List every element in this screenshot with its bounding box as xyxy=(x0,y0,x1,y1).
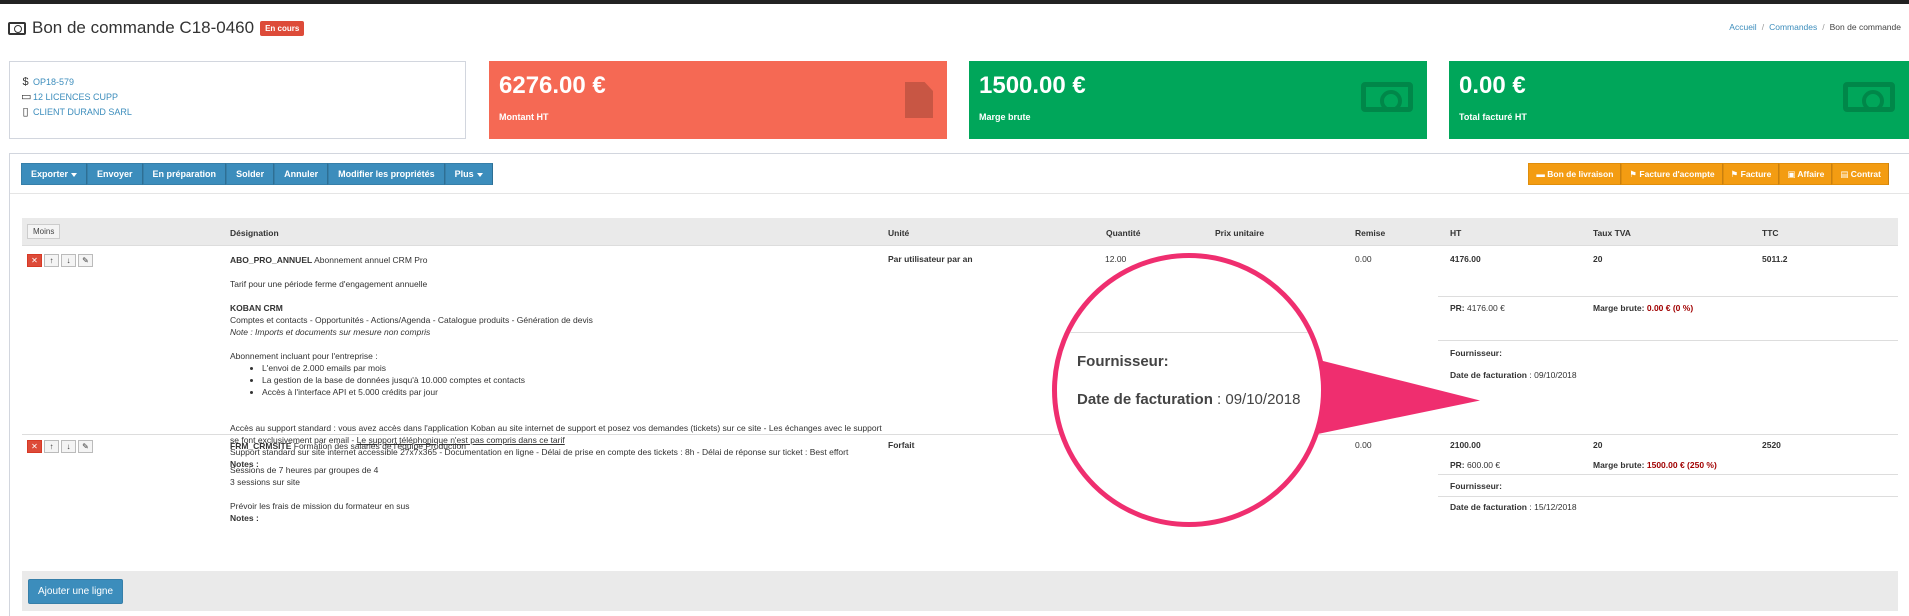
line-vat: 20 xyxy=(1593,440,1603,450)
move-up-button[interactable]: ↑ xyxy=(44,440,59,453)
caret-down-icon xyxy=(71,172,78,177)
col-quantite: Quantité xyxy=(1106,228,1141,238)
building-icon: ▯ xyxy=(22,106,29,118)
export-button[interactable]: Exporter xyxy=(21,163,88,185)
line-vat: 20 xyxy=(1593,254,1603,264)
stat-total-facture: 0.00 € Total facturé HT xyxy=(1449,61,1909,139)
col-prix-unitaire: Prix unitaire xyxy=(1215,228,1265,238)
breadcrumb-current: Bon de commande xyxy=(1829,22,1901,32)
stat-label: Total facturé HT xyxy=(1459,112,1527,122)
zoom-supplier-label: Fournisseur: xyxy=(1077,353,1169,370)
move-up-button[interactable]: ↑ xyxy=(44,254,59,267)
deposit-invoice-button[interactable]: ⚑ Facture d'acompte xyxy=(1621,163,1723,185)
col-unite: Unité xyxy=(888,228,910,238)
flag-icon: ⚑ xyxy=(1730,169,1741,179)
row-controls: ✕ ↑ ↓ ✎ xyxy=(27,440,93,453)
in-preparation-button[interactable]: En préparation xyxy=(142,163,227,185)
col-ht: HT xyxy=(1450,228,1462,238)
status-badge: En cours xyxy=(260,20,305,36)
line-ht: 2100.00 xyxy=(1450,440,1481,450)
breadcrumb-commandes[interactable]: Commandes xyxy=(1769,22,1817,32)
delete-line-button[interactable]: ✕ xyxy=(27,254,42,267)
settle-button[interactable]: Solder xyxy=(226,163,275,185)
line-pr: PR: 4176.00 € xyxy=(1450,303,1505,313)
stat-montant-ht: 6276.00 € Montant HT xyxy=(489,61,947,139)
move-down-button[interactable]: ↓ xyxy=(61,254,76,267)
more-button[interactable]: Plus xyxy=(444,163,493,185)
line-quantity: 12.00 xyxy=(1105,254,1127,264)
stat-label: Marge brute xyxy=(979,112,1031,122)
product-icon: ▭ xyxy=(21,91,32,103)
stat-label: Montant HT xyxy=(499,112,549,122)
line-ttc: 5011.2 xyxy=(1762,254,1788,264)
cancel-button[interactable]: Annuler xyxy=(274,163,329,185)
action-toolbar: Exporter Envoyer En préparation Solder A… xyxy=(21,163,493,185)
order-lines-panel: Exporter Envoyer En préparation Solder A… xyxy=(9,153,1909,616)
page-header: Bon de commande C18-0460 En cours xyxy=(8,18,305,38)
line-billing-date: Date de facturation : 15/12/2018 xyxy=(1450,502,1577,512)
invoice-button[interactable]: ⚑ Facture xyxy=(1722,163,1780,185)
line-designation: FRM_CRMSITE Formation des salariés de l'… xyxy=(230,441,466,523)
contract-button[interactable]: ▤ Contrat xyxy=(1832,163,1889,185)
page-title: Bon de commande C18-0460 xyxy=(32,18,255,37)
breadcrumb: Accueil / Commandes / Bon de commande xyxy=(1729,22,1901,32)
dollar-icon: $ xyxy=(22,75,29,88)
breadcrumb-accueil[interactable]: Accueil xyxy=(1729,22,1756,32)
move-down-button[interactable]: ↓ xyxy=(61,440,76,453)
col-remise: Remise xyxy=(1355,228,1386,238)
edit-properties-button[interactable]: Modifier les propriétés xyxy=(328,163,445,185)
send-button[interactable]: Envoyer xyxy=(87,163,143,185)
add-line-button[interactable]: Ajouter une ligne xyxy=(28,579,124,604)
stat-value: 1500.00 € xyxy=(979,72,1086,99)
flag-icon: ⚑ xyxy=(1629,169,1640,179)
create-toolbar: ▬ Bon de livraison ⚑ Facture d'acompte ⚑… xyxy=(1528,163,1889,185)
line-ht: 4176.00 xyxy=(1450,254,1481,264)
top-bar xyxy=(0,0,1909,4)
edit-line-button[interactable]: ✎ xyxy=(78,254,93,267)
line-pr: PR: 600.00 € xyxy=(1450,460,1501,470)
stat-value: 6276.00 € xyxy=(499,72,606,99)
line-supplier: Fournisseur: xyxy=(1450,481,1502,491)
line-discount: 0.00 xyxy=(1355,440,1372,450)
line-margin: Marge brute: 1500.00 € (250 %) xyxy=(1593,460,1717,470)
zoom-billing-date: Date de facturation : 09/10/2018 xyxy=(1077,391,1301,408)
table-footer: Ajouter une ligne xyxy=(22,571,1898,611)
col-taux-tva: Taux TVA xyxy=(1593,228,1631,238)
row-controls: ✕ ↑ ↓ ✎ xyxy=(27,254,93,267)
deal-button[interactable]: ▣ Affaire xyxy=(1779,163,1833,185)
line-unit: Forfait xyxy=(888,440,915,450)
col-ttc: TTC xyxy=(1762,228,1779,238)
document-icon xyxy=(905,82,933,118)
stat-marge-brute: 1500.00 € Marge brute xyxy=(969,61,1427,139)
col-designation: Désignation xyxy=(230,228,279,238)
caret-down-icon xyxy=(476,172,483,177)
edit-line-button[interactable]: ✎ xyxy=(78,440,93,453)
money-icon xyxy=(8,21,26,35)
line-designation: ABO_PRO_ANNUEL Abonnement annuel CRM Pro… xyxy=(230,254,890,470)
line-supplier: Fournisseur: xyxy=(1450,348,1502,358)
truck-icon: ▬ xyxy=(1536,169,1548,179)
line-unit: Par utilisateur par an xyxy=(888,254,973,264)
delete-line-button[interactable]: ✕ xyxy=(27,440,42,453)
money-icon xyxy=(1361,82,1413,112)
line-ttc: 2520 xyxy=(1762,440,1781,450)
briefcase-icon: ▣ xyxy=(1787,169,1798,179)
collapse-button[interactable]: Moins xyxy=(27,224,61,239)
stat-value: 0.00 € xyxy=(1459,72,1526,99)
delivery-note-button[interactable]: ▬ Bon de livraison xyxy=(1528,163,1622,185)
product-link[interactable]: 12 LICENCES CUPP xyxy=(33,92,118,102)
file-icon: ▤ xyxy=(1840,169,1851,179)
line-margin: Marge brute: 0.00 € (0 %) xyxy=(1593,303,1694,313)
order-info-box: $ OP18-579 ▭ 12 LICENCES CUPP ▯ CLIENT DURA… xyxy=(9,61,466,139)
line-discount: 0.00 xyxy=(1355,254,1372,264)
money-icon xyxy=(1843,82,1895,112)
client-link[interactable]: CLIENT DURAND SARL xyxy=(33,107,132,117)
zoom-magnifier: Fournisseur: Date de facturation : 09/10… xyxy=(1052,253,1326,527)
table-header: Moins Désignation Unité Quantité Prix un… xyxy=(22,218,1898,246)
opportunity-link[interactable]: OP18-579 xyxy=(33,77,74,87)
line-billing-date: Date de facturation : 09/10/2018 xyxy=(1450,370,1577,380)
